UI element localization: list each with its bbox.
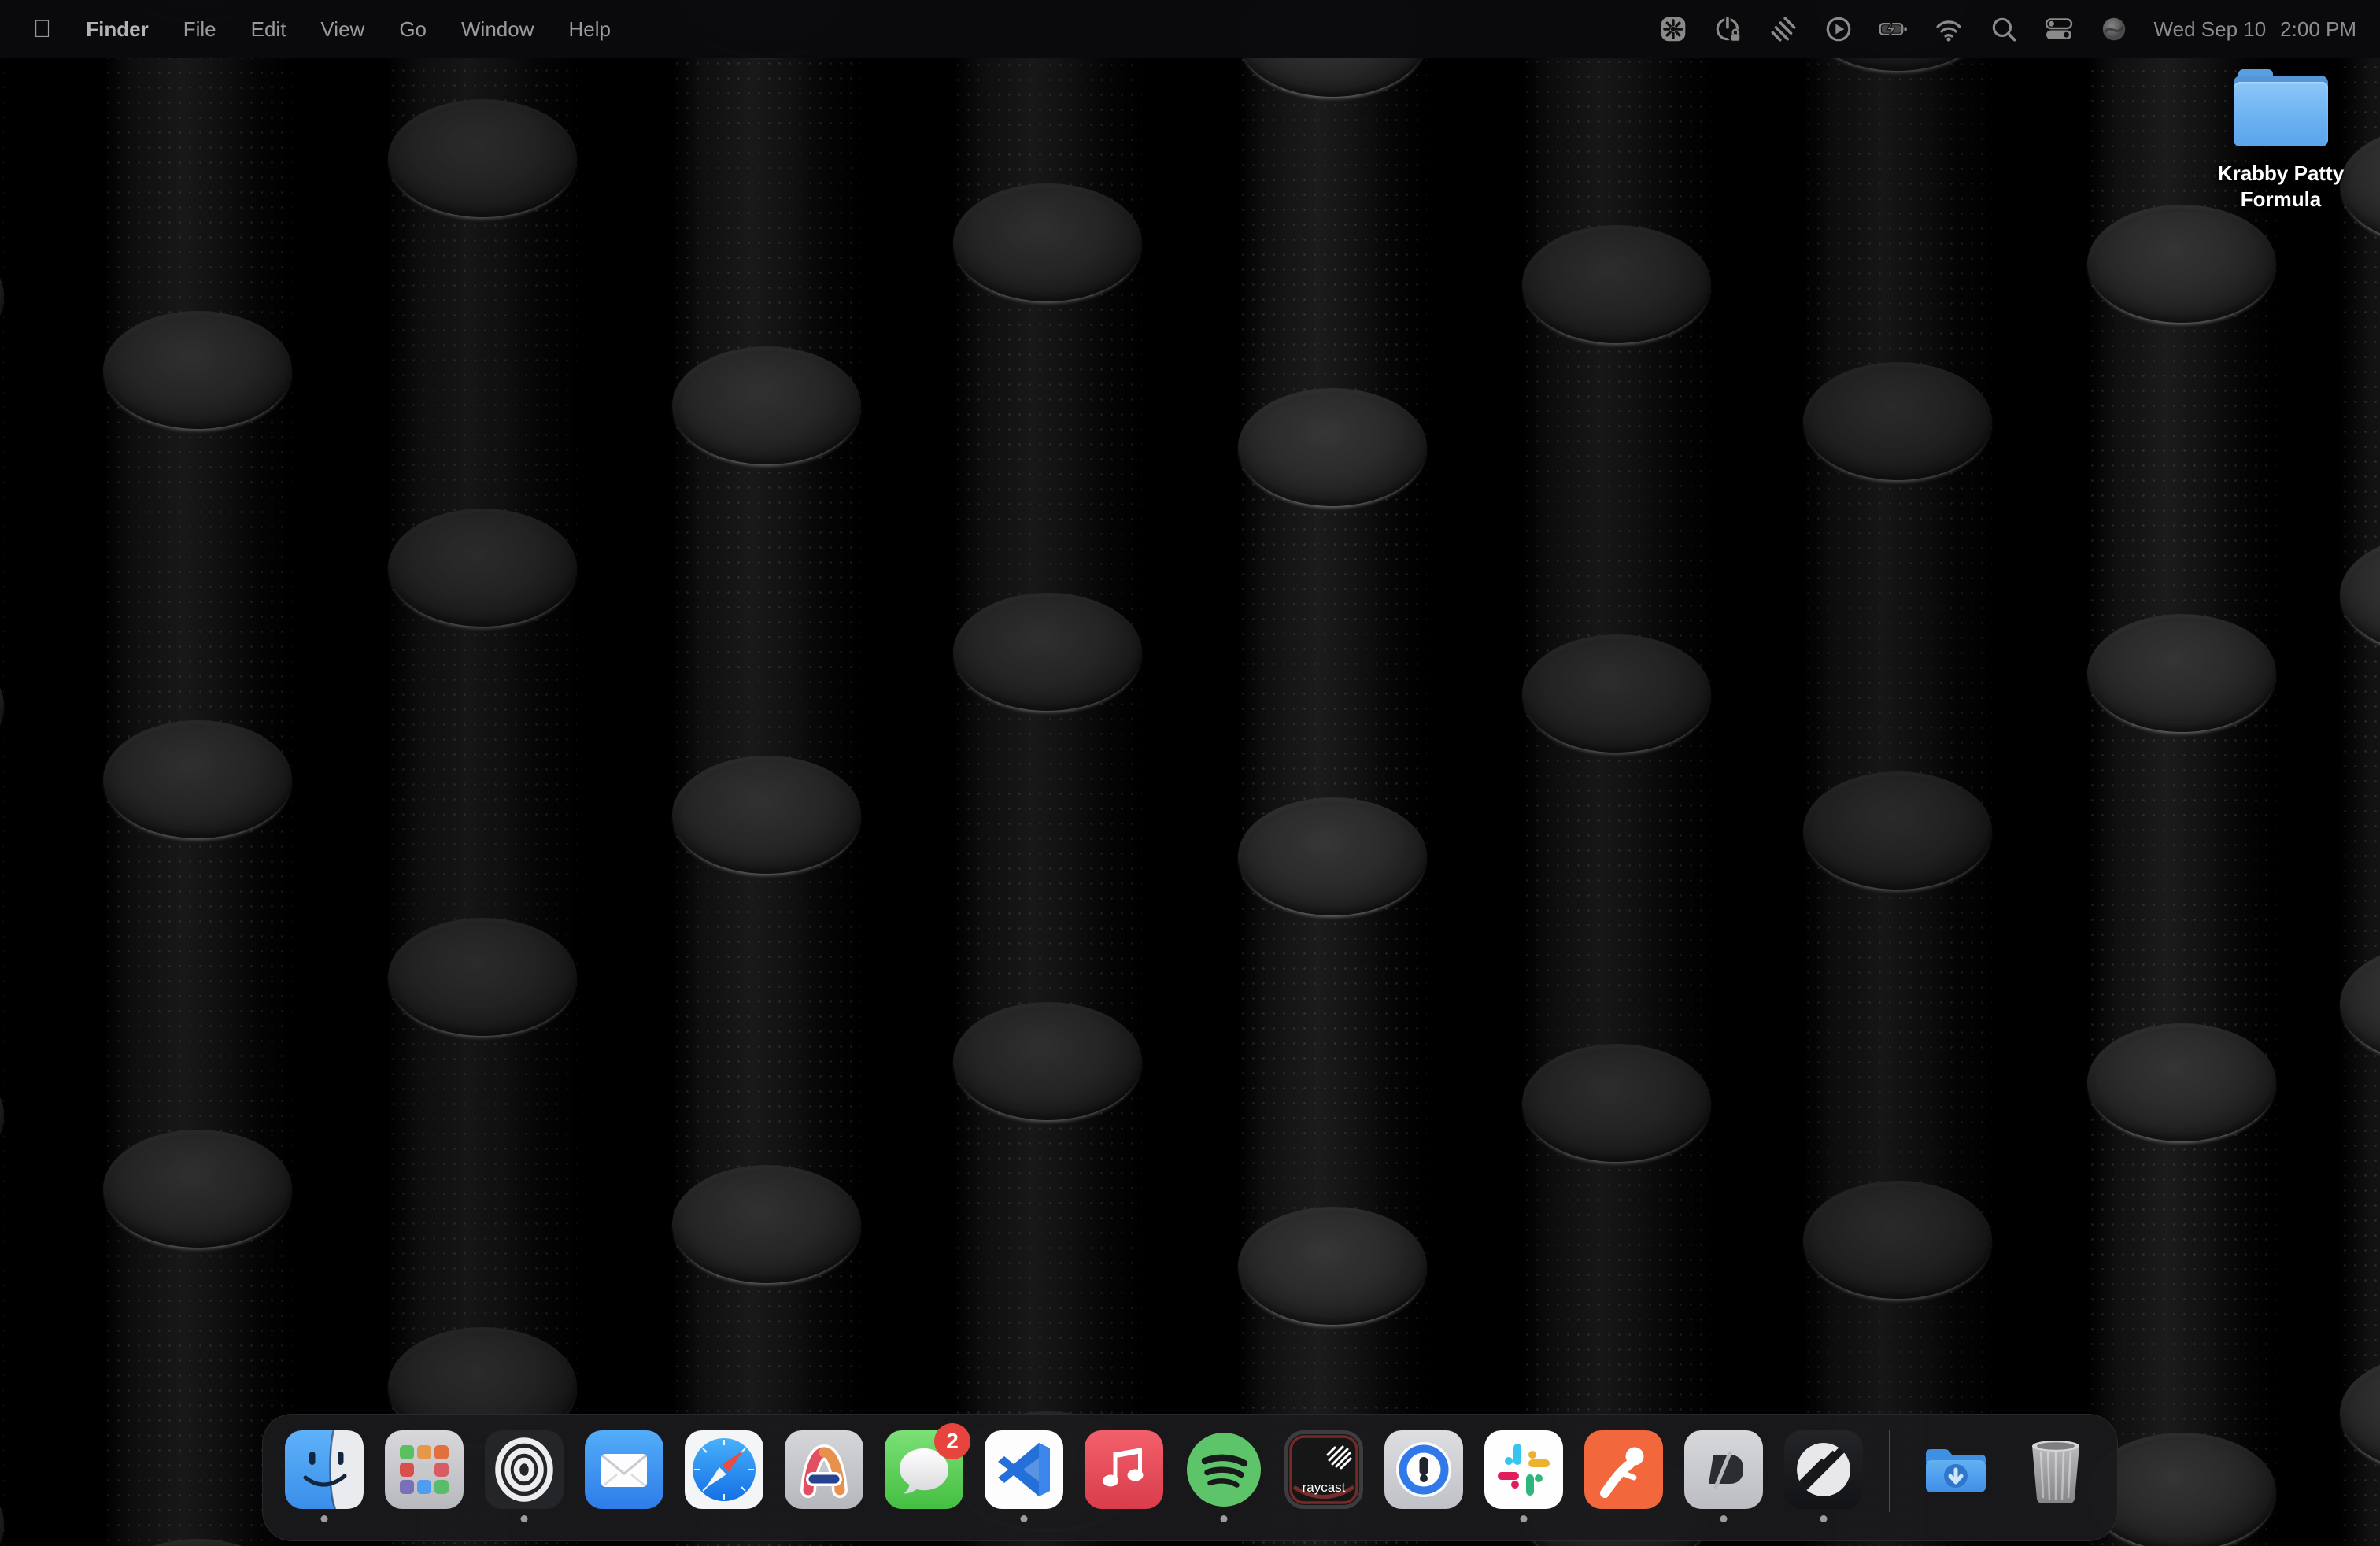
dock-item-music-icon[interactable] (1085, 1430, 1163, 1509)
menu-bar-time: 2:00 PM (2280, 17, 2356, 42)
menu-item-edit[interactable]: Edit (251, 17, 286, 42)
dock-item-slack-icon[interactable] (1484, 1430, 1563, 1509)
apple-menu-icon[interactable]:  (33, 0, 51, 58)
striped-diamond-icon[interactable] (1768, 14, 1798, 44)
desktop-wallpaper (0, 0, 2380, 1546)
wallpaper-cylinder-column (672, 0, 861, 1546)
menu-bar-clock[interactable]: Wed Sep 10 2:00 PM (2154, 17, 2356, 42)
menu-item-go[interactable]: Go (399, 17, 427, 42)
spotlight-search-icon[interactable] (1989, 14, 2019, 44)
menu-item-finder[interactable]: Finder (86, 17, 148, 42)
siri-icon[interactable] (2099, 14, 2129, 44)
dock-item-target-rings-icon[interactable] (485, 1430, 564, 1509)
menu-bar-status-area: Wed Sep 10 2:00 PM (1658, 14, 2380, 44)
dock-item-messages-icon[interactable]: 2 (885, 1430, 963, 1509)
dock-item-trash-icon[interactable] (2016, 1430, 2095, 1509)
dock-item-linear-icon[interactable] (1784, 1430, 1863, 1509)
dock-item-vscode-icon[interactable] (985, 1430, 1063, 1509)
desktop-icon-krabby-patty-formula[interactable]: Krabby Patty Formula (2186, 69, 2375, 213)
dock-item-arc-icon[interactable] (785, 1430, 863, 1509)
running-indicator-dot (1021, 1515, 1028, 1522)
wallpaper-cylinder-column (103, 0, 292, 1546)
dock-item-launchpad-icon[interactable] (385, 1430, 464, 1509)
wallpaper-cylinder-column (2340, 0, 2380, 1546)
control-center-icon[interactable] (2044, 14, 2074, 44)
wallpaper-cylinder-column (1238, 0, 1427, 1546)
dock-item-postman-icon[interactable] (1584, 1430, 1663, 1509)
dock-item-dia-icon[interactable] (1684, 1430, 1763, 1509)
dock-item-spotify-icon[interactable] (1184, 1430, 1263, 1509)
menu-bar-left:  Finder File Edit View Go Window Help (0, 0, 611, 58)
wallpaper-cylinder-column (0, 0, 4, 1546)
running-indicator-dot (521, 1515, 528, 1522)
wallpaper-cylinder-column (388, 0, 577, 1546)
dock: 2 raycast (262, 1414, 2118, 1541)
desktop-icon-label: Krabby Patty Formula (2202, 161, 2360, 213)
menu-item-view[interactable]: View (320, 17, 364, 42)
menu-bar:  Finder File Edit View Go Window Help (0, 0, 2380, 58)
dock-item-1password-icon[interactable] (1384, 1430, 1463, 1509)
wallpaper-cylinder-column (1522, 0, 1711, 1546)
menu-item-file[interactable]: File (183, 17, 216, 42)
wallpaper-cylinder-column (2087, 0, 2276, 1546)
notification-badge: 2 (934, 1423, 970, 1459)
keystroke-burst-icon[interactable] (1658, 14, 1688, 44)
svg-text:raycast: raycast (1303, 1480, 1346, 1495)
menu-item-help[interactable]: Help (568, 17, 610, 42)
running-indicator-dot (1521, 1515, 1528, 1522)
screen-lock-icon[interactable] (1713, 14, 1743, 44)
running-indicator-dot (1221, 1515, 1228, 1522)
menu-item-window[interactable]: Window (461, 17, 534, 42)
dock-item-mail-icon[interactable] (585, 1430, 663, 1509)
menu-bar-date: Wed Sep 10 (2154, 17, 2267, 42)
dock-item-safari-icon[interactable] (685, 1430, 763, 1509)
wifi-icon[interactable] (1934, 14, 1964, 44)
running-indicator-dot (321, 1515, 328, 1522)
macos-desktop:  Finder File Edit View Go Window Help (0, 0, 2380, 1546)
dock-item-downloads-folder-icon[interactable] (1916, 1430, 1995, 1509)
dock-item-raycast-icon[interactable]: raycast (1284, 1430, 1363, 1509)
battery-charging-icon[interactable] (1879, 14, 1909, 44)
running-indicator-dot (1820, 1515, 1828, 1522)
dock-divider (1889, 1430, 1890, 1512)
wallpaper-cylinder-column (953, 0, 1142, 1546)
play-circle-icon[interactable] (1824, 14, 1853, 44)
wallpaper-cylinder-column (1803, 0, 1992, 1546)
dock-item-finder-icon[interactable] (285, 1430, 364, 1509)
folder-icon[interactable] (2234, 69, 2328, 148)
running-indicator-dot (1720, 1515, 1728, 1522)
